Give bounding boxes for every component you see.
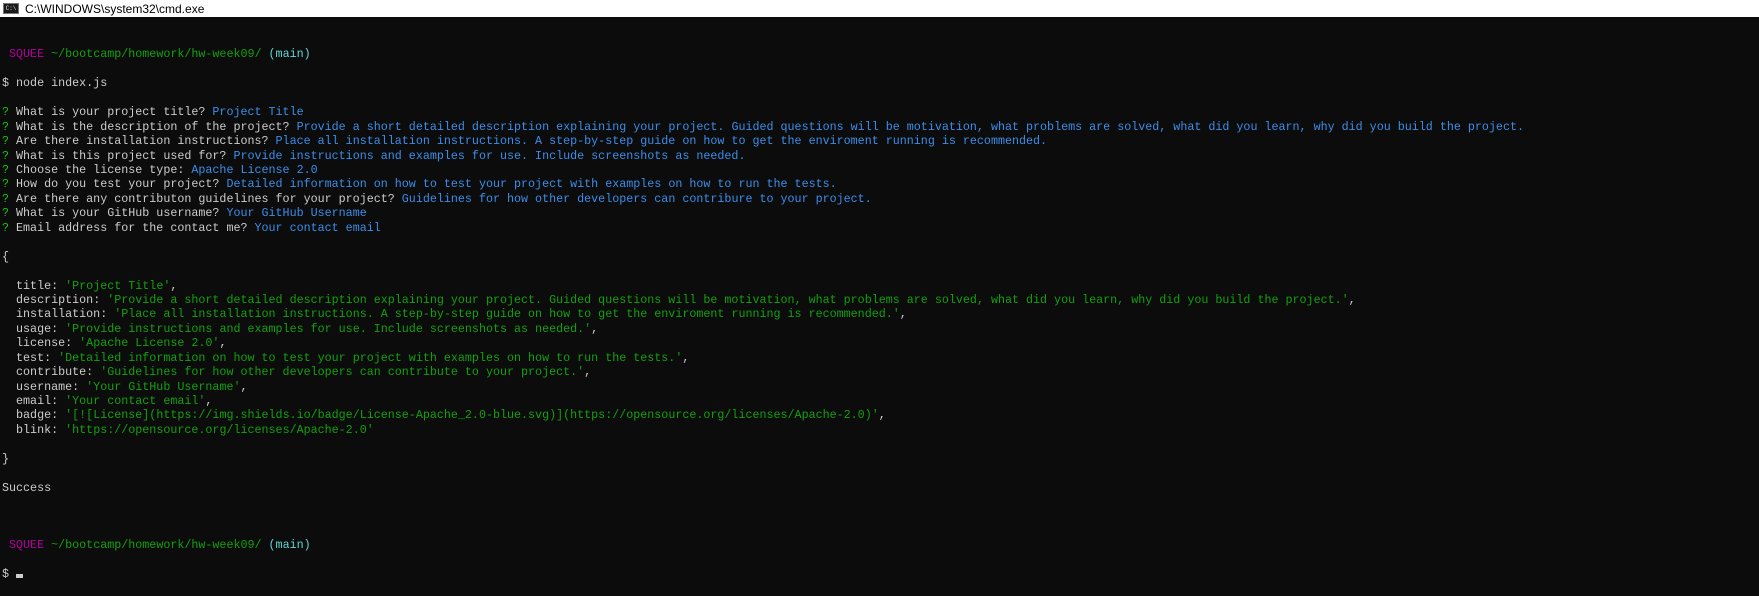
input-line[interactable]: $	[2, 567, 1759, 581]
answer-text: Detailed information on how to test your…	[226, 177, 836, 191]
question-text: Email address for the contact me?	[16, 221, 247, 235]
answer-text: Provide instructions and examples for us…	[233, 149, 745, 163]
command-text: node index.js	[16, 76, 107, 90]
property-key: usage	[16, 322, 51, 336]
question-mark-icon: ?	[2, 177, 9, 191]
question-line: ? Choose the license type: Apache Licens…	[2, 163, 1759, 177]
answer-text: Apache License 2.0	[191, 163, 317, 177]
question-mark-icon: ?	[2, 192, 9, 206]
question-mark-icon: ?	[2, 221, 9, 235]
property-key: username	[16, 380, 72, 394]
property-value: 'Project Title'	[65, 279, 170, 293]
question-line: ? Are there any contributon guidelines f…	[2, 192, 1759, 206]
question-mark-icon: ?	[2, 149, 9, 163]
question-line: ? Email address for the contact me? Your…	[2, 221, 1759, 235]
answer-text: Provide a short detailed description exp…	[297, 120, 1524, 134]
property-key: description	[16, 293, 93, 307]
question-line: ? What is your project title? Project Ti…	[2, 105, 1759, 119]
property-value: 'Detailed information on how to test you…	[58, 351, 682, 365]
object-close: }	[2, 452, 1759, 466]
answer-text: Your GitHub Username	[226, 206, 366, 220]
prompt-path: ~/bootcamp/homework/hw-week09/	[51, 538, 261, 552]
prompt-symbol: $	[2, 76, 9, 90]
prompt-user: SQUEE	[9, 538, 44, 552]
question-text: What is the description of the project?	[16, 120, 290, 134]
question-line: ? What is your GitHub username? Your Git…	[2, 206, 1759, 220]
prompt-branch: (main)	[269, 47, 311, 61]
object-property: username: 'Your GitHub Username',	[2, 380, 1759, 394]
object-property: description: 'Provide a short detailed d…	[2, 293, 1759, 307]
object-property: contribute: 'Guidelines for how other de…	[2, 365, 1759, 379]
question-text: Are there any contributon guidelines for…	[16, 192, 395, 206]
property-value: 'Apache License 2.0'	[79, 336, 219, 350]
property-key: contribute	[16, 365, 86, 379]
prompt-line: SQUEE ~/bootcamp/homework/hw-week09/ (ma…	[2, 47, 1759, 61]
title-bar: C:\ C:\WINDOWS\system32\cmd.exe	[0, 0, 1759, 17]
prompt-user: SQUEE	[9, 47, 44, 61]
property-key: blink	[16, 423, 51, 437]
terminal-output[interactable]: SQUEE ~/bootcamp/homework/hw-week09/ (ma…	[0, 17, 1759, 502]
prompt-line: SQUEE ~/bootcamp/homework/hw-week09/ (ma…	[2, 538, 1759, 552]
object-property: badge: '[![License](https://img.shields.…	[2, 408, 1759, 422]
property-value: 'Provide a short detailed description ex…	[107, 293, 1348, 307]
question-line: ? What is the description of the project…	[2, 120, 1759, 134]
prompt-branch: (main)	[269, 538, 311, 552]
prompt-path: ~/bootcamp/homework/hw-week09/	[51, 47, 261, 61]
object-property: test: 'Detailed information on how to te…	[2, 351, 1759, 365]
answer-text: Your contact email	[255, 221, 381, 235]
property-key: installation	[16, 307, 100, 321]
property-key: license	[16, 336, 65, 350]
question-text: What is your GitHub username?	[16, 206, 219, 220]
question-mark-icon: ?	[2, 163, 9, 177]
prompt-symbol: $	[2, 567, 9, 581]
command-line: $ node index.js	[2, 76, 1759, 90]
question-mark-icon: ?	[2, 120, 9, 134]
property-key: title	[16, 279, 51, 293]
question-mark-icon: ?	[2, 134, 9, 148]
property-key: email	[16, 394, 51, 408]
window-title: C:\WINDOWS\system32\cmd.exe	[25, 2, 204, 16]
object-property: email: 'Your contact email',	[2, 394, 1759, 408]
property-key: test	[16, 351, 44, 365]
object-property: title: 'Project Title',	[2, 279, 1759, 293]
object-property: usage: 'Provide instructions and example…	[2, 322, 1759, 336]
question-text: Are there installation instructions?	[16, 134, 269, 148]
question-text: What is this project used for?	[16, 149, 226, 163]
object-open: {	[2, 250, 1759, 264]
object-property: blink: 'https://opensource.org/licenses/…	[2, 423, 1759, 437]
question-text: Choose the license type:	[16, 163, 184, 177]
object-property: installation: 'Place all installation in…	[2, 307, 1759, 321]
question-line: ? What is this project used for? Provide…	[2, 149, 1759, 163]
cmd-icon: C:\	[3, 3, 19, 14]
question-text: How do you test your project?	[16, 177, 219, 191]
answer-text: Place all installation instructions. A s…	[276, 134, 1048, 148]
property-key: badge	[16, 408, 51, 422]
answer-text: Project Title	[212, 105, 303, 119]
property-value: 'https://opensource.org/licenses/Apache-…	[65, 423, 374, 437]
property-value: 'Your GitHub Username'	[86, 380, 240, 394]
property-value: 'Place all installation instructions. A …	[114, 307, 900, 321]
answer-text: Guidelines for how other developers can …	[402, 192, 872, 206]
question-line: ? Are there installation instructions? P…	[2, 134, 1759, 148]
property-value: 'Your contact email'	[65, 394, 205, 408]
property-value: 'Guidelines for how other developers can…	[100, 365, 584, 379]
question-text: What is your project title?	[16, 105, 205, 119]
object-property: license: 'Apache License 2.0',	[2, 336, 1759, 350]
question-line: ? How do you test your project? Detailed…	[2, 177, 1759, 191]
question-mark-icon: ?	[2, 206, 9, 220]
question-mark-icon: ?	[2, 105, 9, 119]
property-value: '[![License](https://img.shields.io/badg…	[65, 408, 879, 422]
result-text: Success	[2, 481, 1759, 495]
cursor	[16, 574, 23, 578]
property-value: 'Provide instructions and examples for u…	[65, 322, 591, 336]
